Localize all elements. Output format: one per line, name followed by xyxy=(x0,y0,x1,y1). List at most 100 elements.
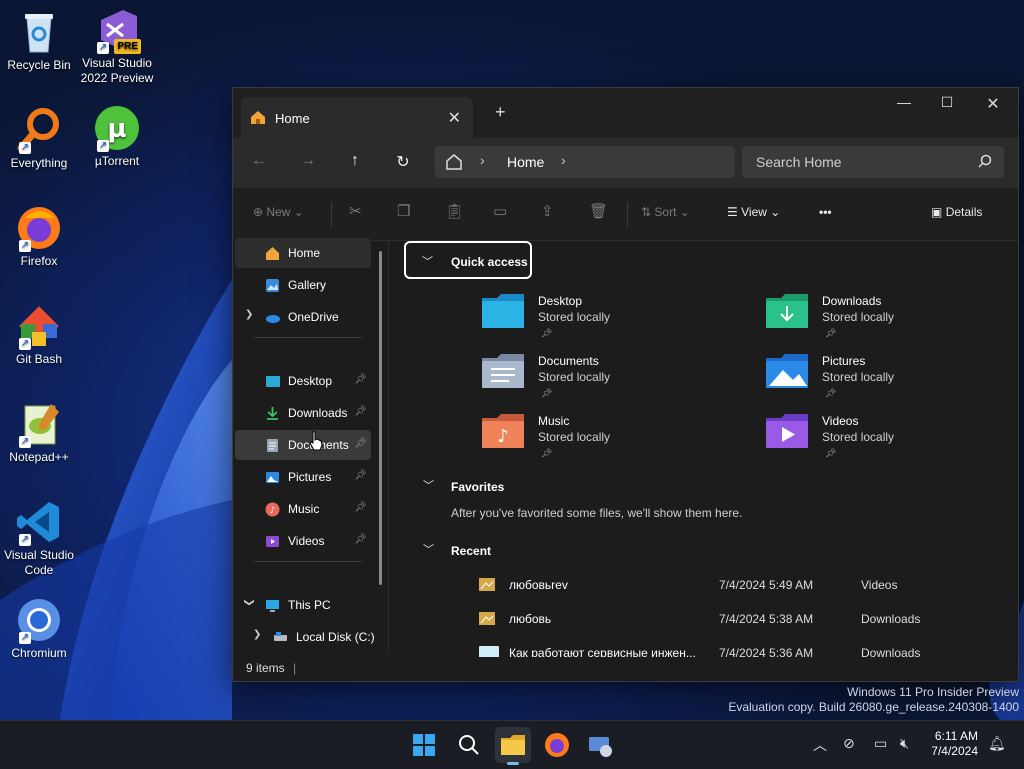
sidebar-item-onedrive[interactable]: ❯ OneDrive xyxy=(235,302,371,332)
recent-row[interactable]: любовь 7/4/2024 5:38 AM Downloads xyxy=(479,610,999,630)
pin-icon: 📌︎ xyxy=(825,388,837,398)
paste-icon[interactable]: 📋︎ xyxy=(445,202,464,220)
share-icon[interactable]: ⇪ xyxy=(541,202,554,220)
sidebar-item-pictures[interactable]: Pictures 📌︎ xyxy=(235,462,371,492)
cut-icon[interactable]: ✂ xyxy=(349,202,362,220)
expand-chevron-icon[interactable]: ❯ xyxy=(245,309,253,320)
sidebar-item-documents[interactable]: Documents 📌︎ xyxy=(235,430,371,460)
folder-status: Stored locally xyxy=(822,310,895,324)
watermark-line-2: Evaluation copy. Build 26080.ge_release.… xyxy=(728,700,1019,714)
maximize-button[interactable]: ☐ xyxy=(924,94,970,111)
breadcrumb-home[interactable]: Home xyxy=(507,154,544,170)
volume-muted-icon[interactable]: 🔇︎ xyxy=(900,735,909,752)
sort-button[interactable]: ⇅ Sort ⌄ xyxy=(641,205,690,219)
desktop-icon-notepad-plus-plus[interactable]: ↗ Notepad++ xyxy=(0,400,78,465)
chevron-down-icon[interactable]: ﹀ xyxy=(423,477,434,493)
pictures-folder-icon xyxy=(765,352,809,390)
close-tab-icon[interactable]: ✕ xyxy=(448,108,461,128)
search-icon xyxy=(978,154,992,171)
folder-status: Stored locally xyxy=(538,310,611,324)
address-bar[interactable]: › Home › xyxy=(435,146,735,178)
app-taskbar-icon[interactable] xyxy=(586,731,614,759)
desktop-icon-visual-studio-2022[interactable]: PRE ↗ Visual Studio 2022 Preview xyxy=(78,6,156,86)
desktop-icon-label: Chromium xyxy=(11,646,67,660)
sidebar-item-home[interactable]: Home xyxy=(235,238,371,268)
sidebar-item-videos[interactable]: Videos 📌︎ xyxy=(235,526,371,556)
folder-music[interactable]: ♪ Music Stored locally 📌︎ xyxy=(481,412,741,468)
desktop-icon-label: Visual Studio xyxy=(82,56,152,70)
recent-section-title[interactable]: Recent xyxy=(451,544,491,558)
desktop-icon-chromium[interactable]: ↗ Chromium xyxy=(0,596,78,661)
sidebar-scrollbar[interactable] xyxy=(379,251,382,585)
folder-documents[interactable]: Documents Stored locally 📌︎ xyxy=(481,352,741,408)
system-clock[interactable]: 6:11 AM 7/4/2024 xyxy=(931,729,978,759)
desktop-icon-git-bash[interactable]: ↗ Git Bash xyxy=(0,302,78,367)
desktop-icon-utorrent[interactable]: µ ↗ µTorrent xyxy=(78,104,156,169)
search-icon[interactable] xyxy=(455,731,483,759)
up-button[interactable]: ↑ xyxy=(343,152,367,170)
item-count: 9 items xyxy=(246,661,285,675)
pin-icon: 📌︎ xyxy=(825,448,837,458)
sidebar-item-this-pc[interactable]: ❯ This PC xyxy=(235,590,371,620)
sidebar-item-music[interactable]: ♪ Music 📌︎ xyxy=(235,494,371,524)
search-box[interactable]: Search Home xyxy=(742,146,1004,178)
desktop-icon-recycle-bin[interactable]: Recycle Bin xyxy=(0,8,78,73)
minimize-button[interactable]: — xyxy=(881,94,927,110)
documents-folder-icon xyxy=(481,352,525,390)
back-button[interactable]: ← xyxy=(247,152,271,170)
sidebar-label: Music xyxy=(288,502,320,516)
sidebar-item-desktop[interactable]: Desktop 📌︎ xyxy=(235,366,371,396)
desktop-icon-firefox[interactable]: ↗ Firefox xyxy=(0,204,78,269)
quick-access-header[interactable]: ﹀ Quick access xyxy=(404,241,532,279)
collapse-chevron-icon[interactable]: ❯ xyxy=(244,598,255,606)
desktop-icon-label-2: Code xyxy=(24,563,54,577)
expand-chevron-icon[interactable]: ❯ xyxy=(253,629,261,640)
notification-bell-icon[interactable]: 🔔︎ xyxy=(988,735,1006,752)
desktop-icon-vs-code[interactable]: ↗ Visual Studio Code xyxy=(0,498,78,578)
copy-icon[interactable]: ❐ xyxy=(397,202,410,220)
display-icon[interactable]: ▭ xyxy=(874,735,887,752)
desktop-icon-everything[interactable]: ↗ Everything xyxy=(0,106,78,171)
tab-label: Home xyxy=(275,111,310,126)
folder-downloads[interactable]: Downloads Stored locally 📌︎ xyxy=(765,292,1024,348)
home-outline-icon xyxy=(445,153,463,174)
network-disconnected-icon[interactable]: ⊘ xyxy=(843,735,855,752)
computer-icon xyxy=(265,598,280,613)
pin-icon: 📌︎ xyxy=(354,374,367,385)
close-window-button[interactable]: ✕ xyxy=(970,94,1016,114)
firefox-taskbar-icon[interactable] xyxy=(543,731,571,759)
pin-icon: 📌︎ xyxy=(354,502,367,513)
more-options-button[interactable]: ••• xyxy=(819,205,832,219)
folder-pictures[interactable]: Pictures Stored locally 📌︎ xyxy=(765,352,1024,408)
delete-icon[interactable]: 🗑︎ xyxy=(589,202,608,220)
folder-videos[interactable]: Videos Stored locally 📌︎ xyxy=(765,412,1024,468)
breadcrumb-chevron-icon[interactable]: › xyxy=(561,152,566,168)
forward-button[interactable]: → xyxy=(296,152,320,170)
folder-status: Stored locally xyxy=(822,430,895,444)
shortcut-arrow-icon: ↗ xyxy=(97,42,109,54)
refresh-button[interactable]: ↻ xyxy=(391,152,415,172)
recent-row[interactable]: любовьrev 7/4/2024 5:49 AM Videos xyxy=(479,576,999,596)
favorites-section-title[interactable]: Favorites xyxy=(451,480,504,494)
git-bash-icon: ↗ xyxy=(15,302,63,350)
sidebar-label: Videos xyxy=(288,534,325,548)
sidebar-item-local-disk[interactable]: ❯ Local Disk (C:) xyxy=(235,622,380,652)
sidebar-label: Home xyxy=(288,246,321,260)
new-tab-button[interactable]: + xyxy=(495,102,506,123)
details-button[interactable]: ▣ Details xyxy=(931,205,982,219)
start-windows-icon[interactable] xyxy=(410,731,438,759)
rename-icon[interactable]: ▭ xyxy=(493,202,507,220)
tab-home[interactable]: Home ✕ xyxy=(241,97,473,138)
chevron-down-icon[interactable]: ﹀ xyxy=(423,541,434,557)
watermark-line-1: Windows 11 Pro Insider Preview xyxy=(847,685,1019,699)
new-button[interactable]: ⊕ New ⌄ xyxy=(253,205,304,219)
desktop-icon-label-2: 2022 Preview xyxy=(80,71,154,85)
downloads-folder-icon xyxy=(765,292,809,330)
sidebar-item-gallery[interactable]: Gallery xyxy=(235,270,371,300)
sidebar-item-downloads[interactable]: Downloads 📌︎ xyxy=(235,398,371,428)
desktop-icon-label: Recycle Bin xyxy=(7,58,71,72)
show-hidden-icons-chevron-icon[interactable]: ︿ xyxy=(813,735,827,755)
view-button[interactable]: ☰ View ⌄ xyxy=(727,205,780,219)
folder-desktop[interactable]: Desktop Stored locally 📌︎ xyxy=(481,292,741,348)
file-explorer-taskbar-button[interactable] xyxy=(495,727,531,765)
